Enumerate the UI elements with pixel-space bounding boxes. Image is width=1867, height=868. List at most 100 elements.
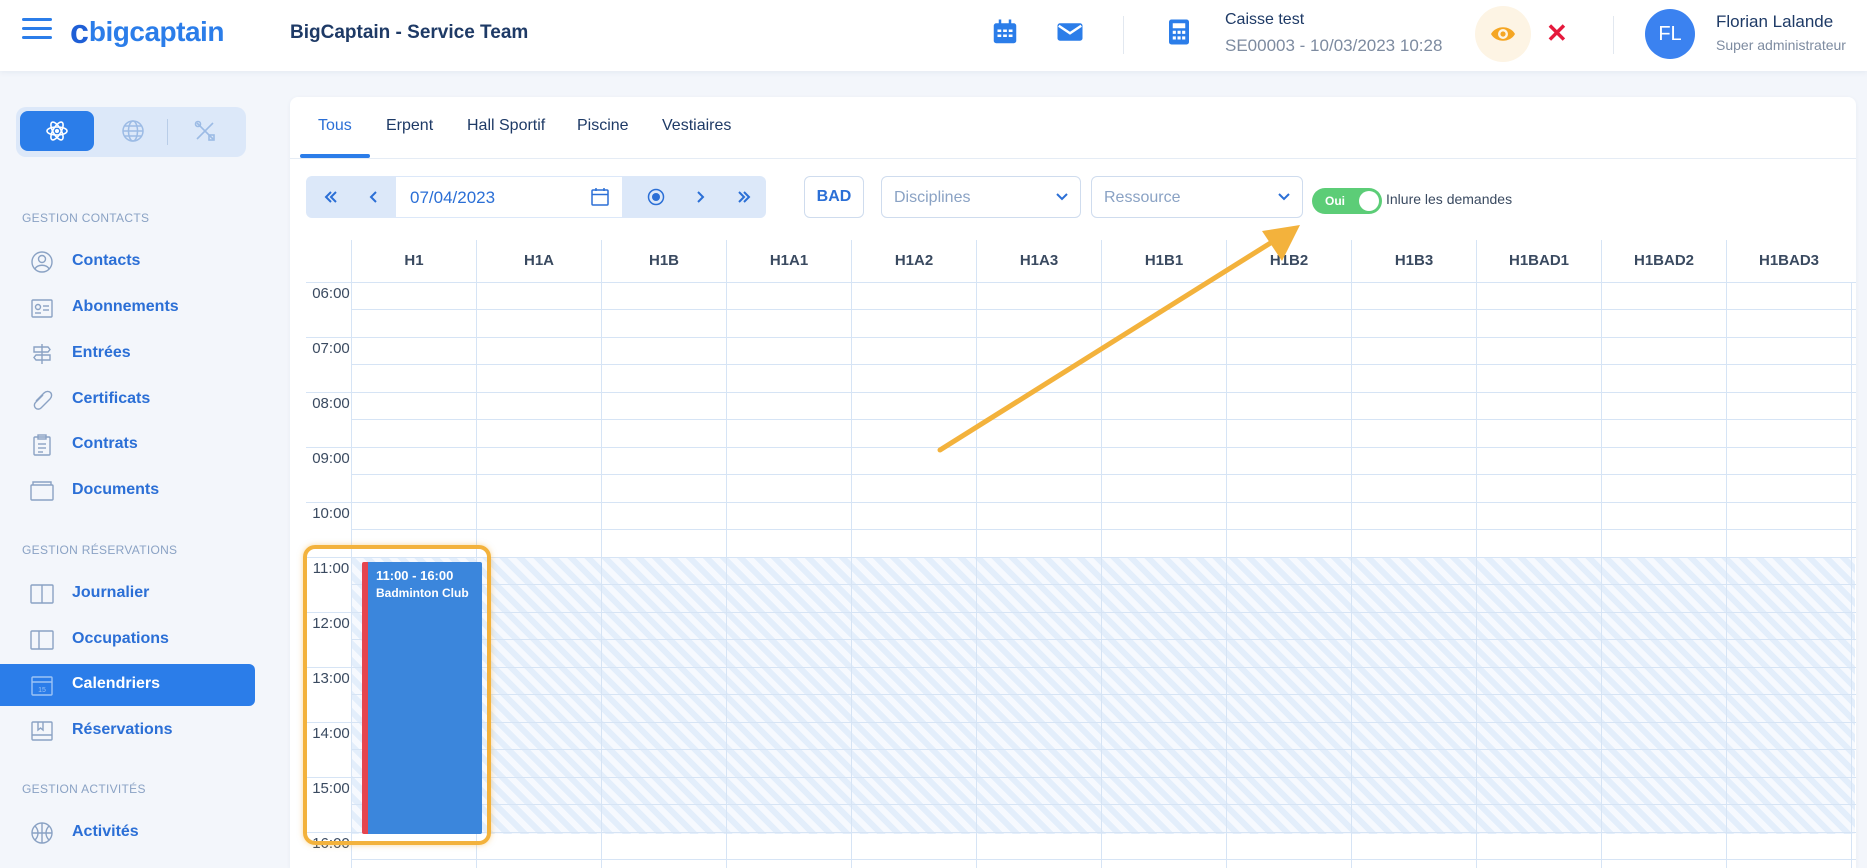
double-chevron-right-icon: [738, 191, 751, 203]
grid-line: [976, 282, 977, 868]
tab-erpent[interactable]: Erpent: [386, 117, 433, 135]
sidebar-item-contacts[interactable]: Contacts: [0, 241, 255, 283]
section-title-reservations: GESTION RÉSERVATIONS: [22, 543, 178, 557]
grid-line: [351, 749, 1856, 750]
grid-line: [1851, 282, 1852, 868]
logo[interactable]: c bigcaptain: [70, 13, 225, 51]
location-tabs: Tous Erpent Hall Sportif Piscine Vestiai…: [290, 97, 1856, 159]
sidebar-item-activites[interactable]: Activités: [0, 812, 255, 854]
tab-piscine[interactable]: Piscine: [577, 117, 629, 135]
sidebar-item-journalier[interactable]: Journalier: [0, 573, 255, 615]
include-requests-toggle[interactable]: Oui: [1312, 188, 1382, 214]
resource-calendar-grid: H1 H1A H1B H1A1 H1A2 H1A3 H1B1 H1B2 H1B3…: [306, 240, 1856, 868]
bookmark-book-icon: [31, 721, 53, 741]
event-time: 11:00 - 16:00: [376, 568, 454, 583]
grid-line: [351, 584, 1856, 585]
grid-line: [306, 447, 1856, 448]
next-day-button[interactable]: [678, 176, 722, 218]
column-header: H1BAD1: [1476, 240, 1601, 282]
sidebar-item-calendriers[interactable]: 15 Calendriers: [0, 664, 255, 706]
column-header: H1BAD2: [1601, 240, 1726, 282]
book-icon: [30, 584, 54, 604]
sidebar-item-certificats[interactable]: Certificats: [0, 379, 255, 421]
grid-line: [306, 667, 1856, 668]
tab-vestiaires[interactable]: Vestiaires: [662, 117, 731, 135]
grid-line: [1101, 282, 1102, 868]
eye-icon: [1491, 27, 1515, 41]
chevron-down-icon: [1278, 193, 1290, 201]
sidebar-item-label: Certificats: [72, 390, 151, 407]
sidebar-item-occupations[interactable]: Occupations: [0, 619, 255, 661]
calendar-icon[interactable]: [990, 17, 1020, 47]
grid-line: [306, 282, 1856, 283]
grid-line: [601, 282, 602, 868]
sidebar-item-documents[interactable]: Documents: [0, 470, 255, 512]
team-title: BigCaptain - Service Team: [290, 22, 529, 43]
sidebar-item-label: Abonnements: [72, 298, 179, 315]
grid-line: [306, 337, 1856, 338]
calendar-picker-icon[interactable]: [590, 187, 610, 207]
sidebar-item-label: Entrées: [72, 344, 131, 361]
header-divider: [1123, 16, 1124, 54]
chevron-right-icon: [697, 191, 705, 203]
column-header: H1A1: [726, 240, 851, 282]
unavailable-slot: [351, 558, 1855, 834]
mode-globe-button[interactable]: [96, 111, 170, 151]
time-label: 15:00: [312, 780, 350, 797]
grid-line: [306, 557, 1856, 558]
tab-tous[interactable]: Tous: [318, 117, 352, 135]
sidebar-item-entrees[interactable]: Entrées: [0, 333, 255, 375]
sidebar-item-label: Réservations: [72, 721, 173, 738]
disciplines-select[interactable]: Disciplines: [881, 176, 1081, 218]
logo-text: bigcaptain: [88, 16, 225, 47]
column-header: H1A: [476, 240, 601, 282]
column-header: H1A3: [976, 240, 1101, 282]
grid-line: [306, 612, 1856, 613]
sidebar-item-label: Contacts: [72, 252, 141, 269]
today-button[interactable]: [634, 176, 678, 218]
calendar-card: Tous Erpent Hall Sportif Piscine Vestiai…: [290, 97, 1856, 868]
target-icon: [647, 188, 665, 206]
date-input[interactable]: 07/04/2023: [396, 176, 622, 218]
tab-hall-sportif[interactable]: Hall Sportif: [467, 117, 545, 135]
header-divider: [1613, 16, 1614, 54]
ressource-select[interactable]: Ressource: [1091, 176, 1303, 218]
sidebar-item-contrats[interactable]: Contrats: [0, 424, 255, 466]
tools-icon: [194, 120, 215, 141]
section-title-activites: GESTION ACTIVITÉS: [22, 782, 146, 796]
mode-tools-button[interactable]: [168, 111, 242, 151]
grid-line: [351, 364, 1856, 365]
grid-line: [306, 777, 1856, 778]
mode-switch: [16, 107, 246, 157]
eye-button[interactable]: [1475, 6, 1531, 62]
grid-line: [351, 419, 1856, 420]
avatar[interactable]: FL: [1645, 9, 1695, 59]
booking-event[interactable]: 11:00 - 16:00 Badminton Club: [362, 562, 482, 834]
tab-active-indicator: [300, 154, 370, 158]
column-header: H1B1: [1101, 240, 1226, 282]
event-name: Badminton Club: [376, 586, 469, 600]
menu-icon[interactable]: [22, 18, 52, 44]
bad-filter-button[interactable]: BAD: [804, 176, 864, 218]
last-page-button[interactable]: [722, 176, 766, 218]
calculator-icon[interactable]: [1164, 17, 1194, 47]
sidebar-item-abonnements[interactable]: Abonnements: [0, 287, 255, 329]
previous-day-button[interactable]: [352, 176, 396, 218]
grid-line: [351, 694, 1856, 695]
first-page-button[interactable]: [309, 176, 353, 218]
grid-line: [306, 502, 1856, 503]
column-header: H1B3: [1351, 240, 1476, 282]
sidebar-item-reservations[interactable]: Réservations: [0, 710, 255, 752]
mode-atom-button[interactable]: [20, 111, 94, 151]
mail-icon[interactable]: [1055, 17, 1085, 47]
time-label: 10:00: [312, 505, 350, 522]
column-header: H1B2: [1226, 240, 1351, 282]
ressource-placeholder: Ressource: [1104, 189, 1181, 206]
grid-line: [851, 282, 852, 868]
column-header: H1BAD3: [1726, 240, 1851, 282]
close-icon[interactable]: ✕: [1546, 18, 1568, 49]
time-label: 07:00: [312, 340, 350, 357]
time-label: 06:00: [312, 285, 350, 302]
grid-line: [351, 474, 1856, 475]
sidebar-item-label: Calendriers: [72, 675, 161, 692]
